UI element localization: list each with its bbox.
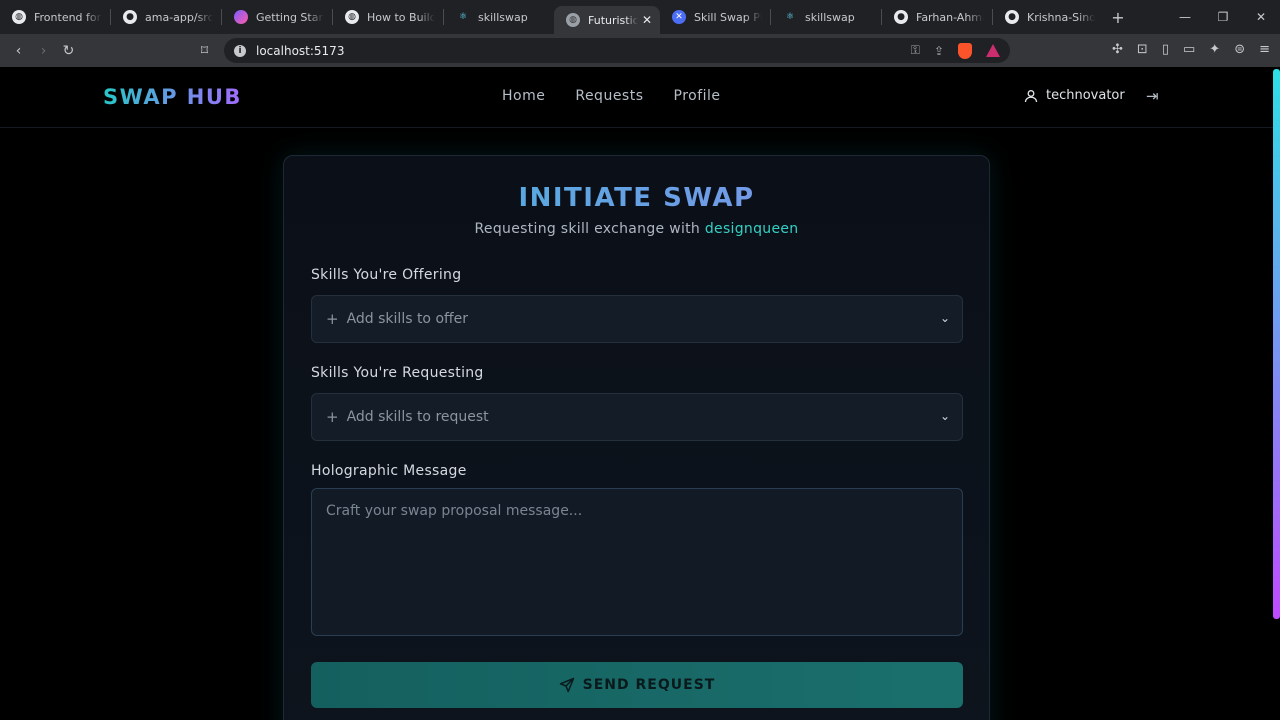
- brave-shield-icon[interactable]: [958, 42, 972, 59]
- url-text[interactable]: localhost:5173: [256, 44, 344, 58]
- brave-rewards-icon[interactable]: [986, 44, 1000, 57]
- leo-ai-icon[interactable]: ✦: [1209, 42, 1220, 57]
- wallet-icon[interactable]: ▭: [1183, 42, 1195, 57]
- globe-icon: ◍: [566, 13, 580, 27]
- request-skills-select[interactable]: + Add skills to request ⌄: [311, 393, 963, 441]
- screenshot-icon[interactable]: ⊡: [1137, 42, 1148, 57]
- address-bar[interactable]: i localhost:5173 ⚿ ⇪: [224, 38, 1010, 63]
- plus-icon: +: [326, 408, 339, 426]
- browser-tabstrip: ◍Frontend for AI ●ama-app/src/ap Getting…: [0, 0, 1280, 34]
- nav-link-home[interactable]: Home: [502, 88, 545, 104]
- close-window-icon[interactable]: ✕: [1242, 10, 1280, 24]
- browser-tab[interactable]: ◍How to Build a: [333, 0, 443, 34]
- window-controls: — ❐ ✕: [1166, 10, 1280, 24]
- offer-skills-label: Skills You're Offering: [311, 267, 462, 283]
- request-skills-label: Skills You're Requesting: [311, 365, 484, 381]
- menu-icon[interactable]: ≡: [1259, 42, 1270, 57]
- browser-tab[interactable]: ✕Skill Swap Platf: [660, 0, 770, 34]
- nav-links: Home Requests Profile: [502, 88, 721, 104]
- nav-link-profile[interactable]: Profile: [674, 88, 721, 104]
- reload-icon[interactable]: ↻: [56, 43, 81, 59]
- browser-tab[interactable]: Getting Started: [222, 0, 332, 34]
- github-icon: ●: [1005, 10, 1019, 24]
- vpn-icon[interactable]: ⊜: [1234, 42, 1245, 57]
- app-icon: ✕: [672, 10, 686, 24]
- extensions-icon[interactable]: ✣: [1112, 42, 1123, 57]
- plus-icon: +: [326, 310, 339, 328]
- page-viewport: SWAP HUB Home Requests Profile technovat…: [0, 67, 1280, 720]
- page-title: INITIATE SWAP: [284, 183, 989, 213]
- app-logo[interactable]: SWAP HUB: [103, 85, 242, 109]
- github-icon: ●: [123, 10, 137, 24]
- sidebar-icon[interactable]: ▯: [1162, 42, 1169, 57]
- react-icon: ⚛: [785, 12, 795, 22]
- gradient-icon: [234, 10, 248, 24]
- new-tab-button[interactable]: +: [1103, 8, 1133, 27]
- globe-icon: ◍: [345, 10, 359, 24]
- chevron-down-icon: ⌄: [939, 311, 950, 325]
- restore-icon[interactable]: ❐: [1204, 10, 1242, 24]
- offer-skills-select[interactable]: + Add skills to offer ⌄: [311, 295, 963, 343]
- key-icon[interactable]: ⚿: [911, 43, 920, 58]
- swap-request-card: INITIATE SWAP Requesting skill exchange …: [283, 155, 990, 720]
- close-tab-icon[interactable]: ✕: [642, 13, 652, 27]
- offer-skills-placeholder: Add skills to offer: [346, 311, 469, 327]
- bookmark-icon[interactable]: ⌑: [192, 43, 217, 59]
- share-icon[interactable]: ⇪: [934, 44, 944, 58]
- target-username: designqueen: [704, 221, 799, 237]
- browser-toolbar: ‹ › ↻ ⌑ i localhost:5173 ⚿ ⇪ ✣ ⊡ ▯ ▭ ✦ ⊜…: [0, 34, 1280, 67]
- user-icon: [1024, 89, 1038, 102]
- browser-tab[interactable]: ⚛ skillswap: [771, 0, 881, 34]
- send-request-button[interactable]: SEND REQUEST: [311, 662, 963, 708]
- minimize-icon[interactable]: —: [1166, 10, 1204, 24]
- browser-tab[interactable]: ●Krishna-Sinoria: [993, 0, 1103, 34]
- nav-link-requests[interactable]: Requests: [575, 88, 643, 104]
- user-menu[interactable]: technovator: [1024, 88, 1125, 103]
- send-request-label: SEND REQUEST: [582, 677, 716, 693]
- send-icon: [559, 677, 574, 693]
- back-icon[interactable]: ‹: [6, 43, 31, 59]
- browser-tab[interactable]: ●ama-app/src/ap: [111, 0, 221, 34]
- page-subtitle: Requesting skill exchange with designque…: [474, 221, 799, 237]
- browser-tab[interactable]: ◍Frontend for AI: [0, 0, 110, 34]
- chevron-down-icon: ⌄: [939, 409, 950, 423]
- logout-icon[interactable]: ⇥: [1146, 87, 1159, 105]
- forward-icon[interactable]: ›: [31, 43, 56, 59]
- browser-tab-active[interactable]: ◍Futuristic Sk✕: [554, 6, 660, 34]
- request-skills-placeholder: Add skills to request: [346, 409, 489, 425]
- github-icon: ●: [894, 10, 908, 24]
- browser-tab[interactable]: ⚛ skillswap: [444, 0, 554, 34]
- message-textarea[interactable]: [311, 488, 963, 636]
- browser-tab[interactable]: ●Farhan-Ahmad: [882, 0, 992, 34]
- react-icon: ⚛: [458, 12, 468, 22]
- message-label: Holographic Message: [311, 463, 467, 479]
- extensions-bar: ✣ ⊡ ▯ ▭ ✦ ⊜ ≡: [1112, 42, 1270, 57]
- info-icon[interactable]: i: [234, 44, 246, 57]
- username: technovator: [1046, 88, 1125, 103]
- app-navbar: SWAP HUB Home Requests Profile technovat…: [0, 67, 1280, 128]
- globe-icon: ◍: [12, 10, 26, 24]
